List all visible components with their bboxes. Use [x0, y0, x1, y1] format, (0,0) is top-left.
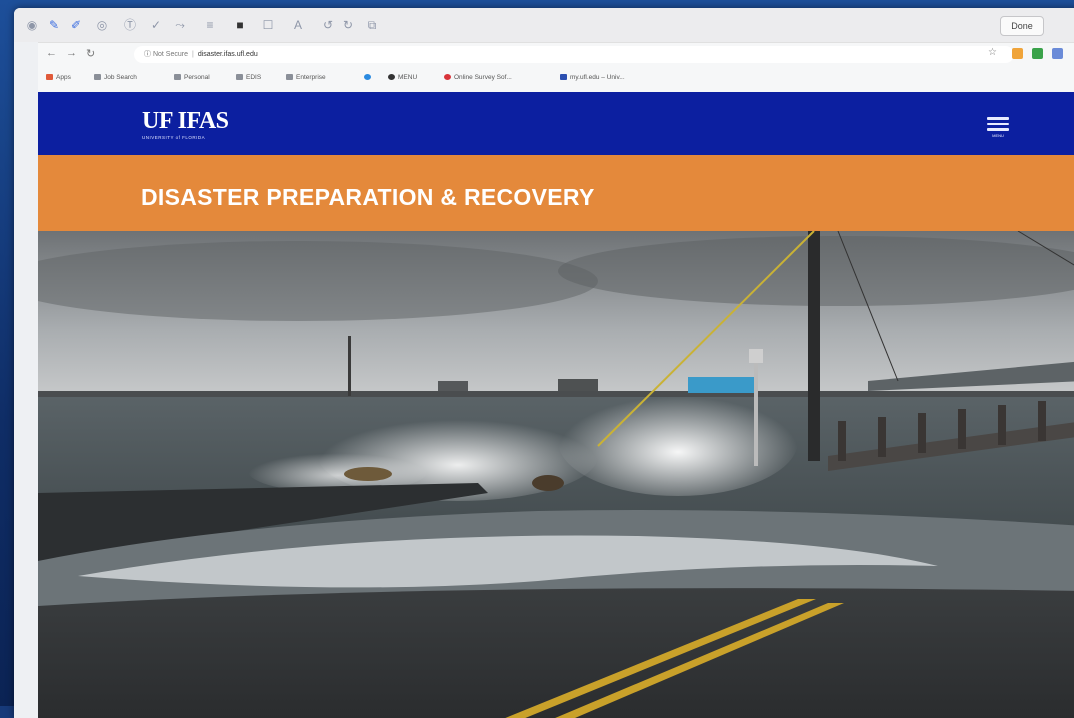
- hamburger-menu-icon[interactable]: MENU: [987, 117, 1009, 139]
- bookmark-menu[interactable]: MENU: [388, 74, 417, 81]
- text-icon[interactable]: Ⓣ: [122, 17, 138, 33]
- crop-icon[interactable]: ⧉: [364, 17, 380, 33]
- folder-icon: [286, 74, 293, 80]
- bookmark-job-search[interactable]: Job Search: [94, 74, 137, 81]
- security-label: Not Secure: [152, 51, 188, 58]
- rotate-right-icon[interactable]: ↻: [340, 17, 356, 33]
- hero-image: [38, 231, 1074, 718]
- markup-toolbar: ◉ ✎ ✐ ◎ Ⓣ ✓ ⤳ ≡ ■ ☐ A ↺ ↻ ⧉ Done: [14, 8, 1074, 42]
- title-band: DISASTER PREPARATION & RECOVERY: [38, 155, 1074, 231]
- globe-icon: [364, 74, 371, 80]
- menu-label: MENU: [992, 132, 1004, 138]
- info-icon[interactable]: ⓘ: [144, 51, 153, 58]
- uf-ifas-logo[interactable]: UF IFAS: [142, 108, 229, 135]
- bookmarks-bar: Apps Job Search Personal EDIS Enterprise…: [38, 66, 1074, 93]
- extension-icon[interactable]: [1032, 48, 1043, 59]
- fill-color-icon[interactable]: ☐: [260, 17, 276, 33]
- storm-surge-photo: [38, 231, 1074, 718]
- text-style-icon[interactable]: A: [290, 17, 306, 33]
- web-page: UF IFAS UNIVERSITY of FLORIDA MENU DISAS…: [38, 92, 1074, 718]
- sketch-icon[interactable]: ✎: [46, 17, 62, 33]
- profile-icon[interactable]: [1052, 48, 1063, 59]
- draw-icon[interactable]: ✐: [68, 17, 84, 33]
- uf-icon: [560, 74, 567, 80]
- bookmark-globe[interactable]: [364, 74, 374, 81]
- sign-icon[interactable]: ✓: [148, 17, 164, 33]
- border-color-icon[interactable]: ■: [232, 17, 248, 33]
- bookmark-online-survey[interactable]: Online Survey Sof...: [444, 74, 512, 81]
- pen-icon[interactable]: ⤳: [172, 17, 188, 33]
- bookmark-personal[interactable]: Personal: [174, 74, 210, 81]
- shapes-icon[interactable]: ◎: [94, 17, 110, 33]
- folder-icon: [174, 74, 181, 80]
- folder-icon: [94, 74, 101, 80]
- browser-window: ◉ ✎ ✐ ◎ Ⓣ ✓ ⤳ ≡ ■ ☐ A ↺ ↻ ⧉ Done ← → ↻ ⓘ…: [14, 8, 1074, 718]
- address-bar-row: ← → ↻ ⓘ Not Secure | disaster.ifas.ufl.edu…: [38, 42, 1074, 67]
- apps-grid-icon: [46, 74, 53, 80]
- back-arrow-icon[interactable]: ←: [46, 47, 57, 59]
- forward-arrow-icon[interactable]: →: [66, 47, 77, 59]
- site-icon: [388, 74, 395, 80]
- page-title: DISASTER PREPARATION & RECOVERY: [141, 184, 595, 210]
- folder-icon: [236, 74, 243, 80]
- bookmark-edis[interactable]: EDIS: [236, 74, 261, 81]
- qualtrics-icon: [444, 74, 451, 80]
- bookmark-enterprise[interactable]: Enterprise: [286, 74, 326, 81]
- done-button[interactable]: Done: [1000, 16, 1044, 36]
- line-style-icon[interactable]: ≡: [202, 17, 218, 33]
- site-header: UF IFAS UNIVERSITY of FLORIDA MENU: [38, 92, 1074, 155]
- sidebar-icon[interactable]: ◉: [24, 17, 40, 33]
- bookmark-star-icon[interactable]: ☆: [988, 47, 997, 58]
- bookmark-my-ufl[interactable]: my.ufl.edu – Univ...: [560, 74, 625, 81]
- extension-icon[interactable]: [1012, 48, 1023, 59]
- bookmark-apps[interactable]: Apps: [46, 74, 71, 81]
- rotate-left-icon[interactable]: ↺: [320, 17, 336, 33]
- url-text: disaster.ifas.ufl.edu: [197, 51, 258, 58]
- reload-icon[interactable]: ↻: [86, 47, 95, 60]
- logo-subtext: UNIVERSITY of FLORIDA: [142, 135, 206, 140]
- url-field[interactable]: ⓘ Not Secure | disaster.ifas.ufl.edu: [134, 46, 1014, 63]
